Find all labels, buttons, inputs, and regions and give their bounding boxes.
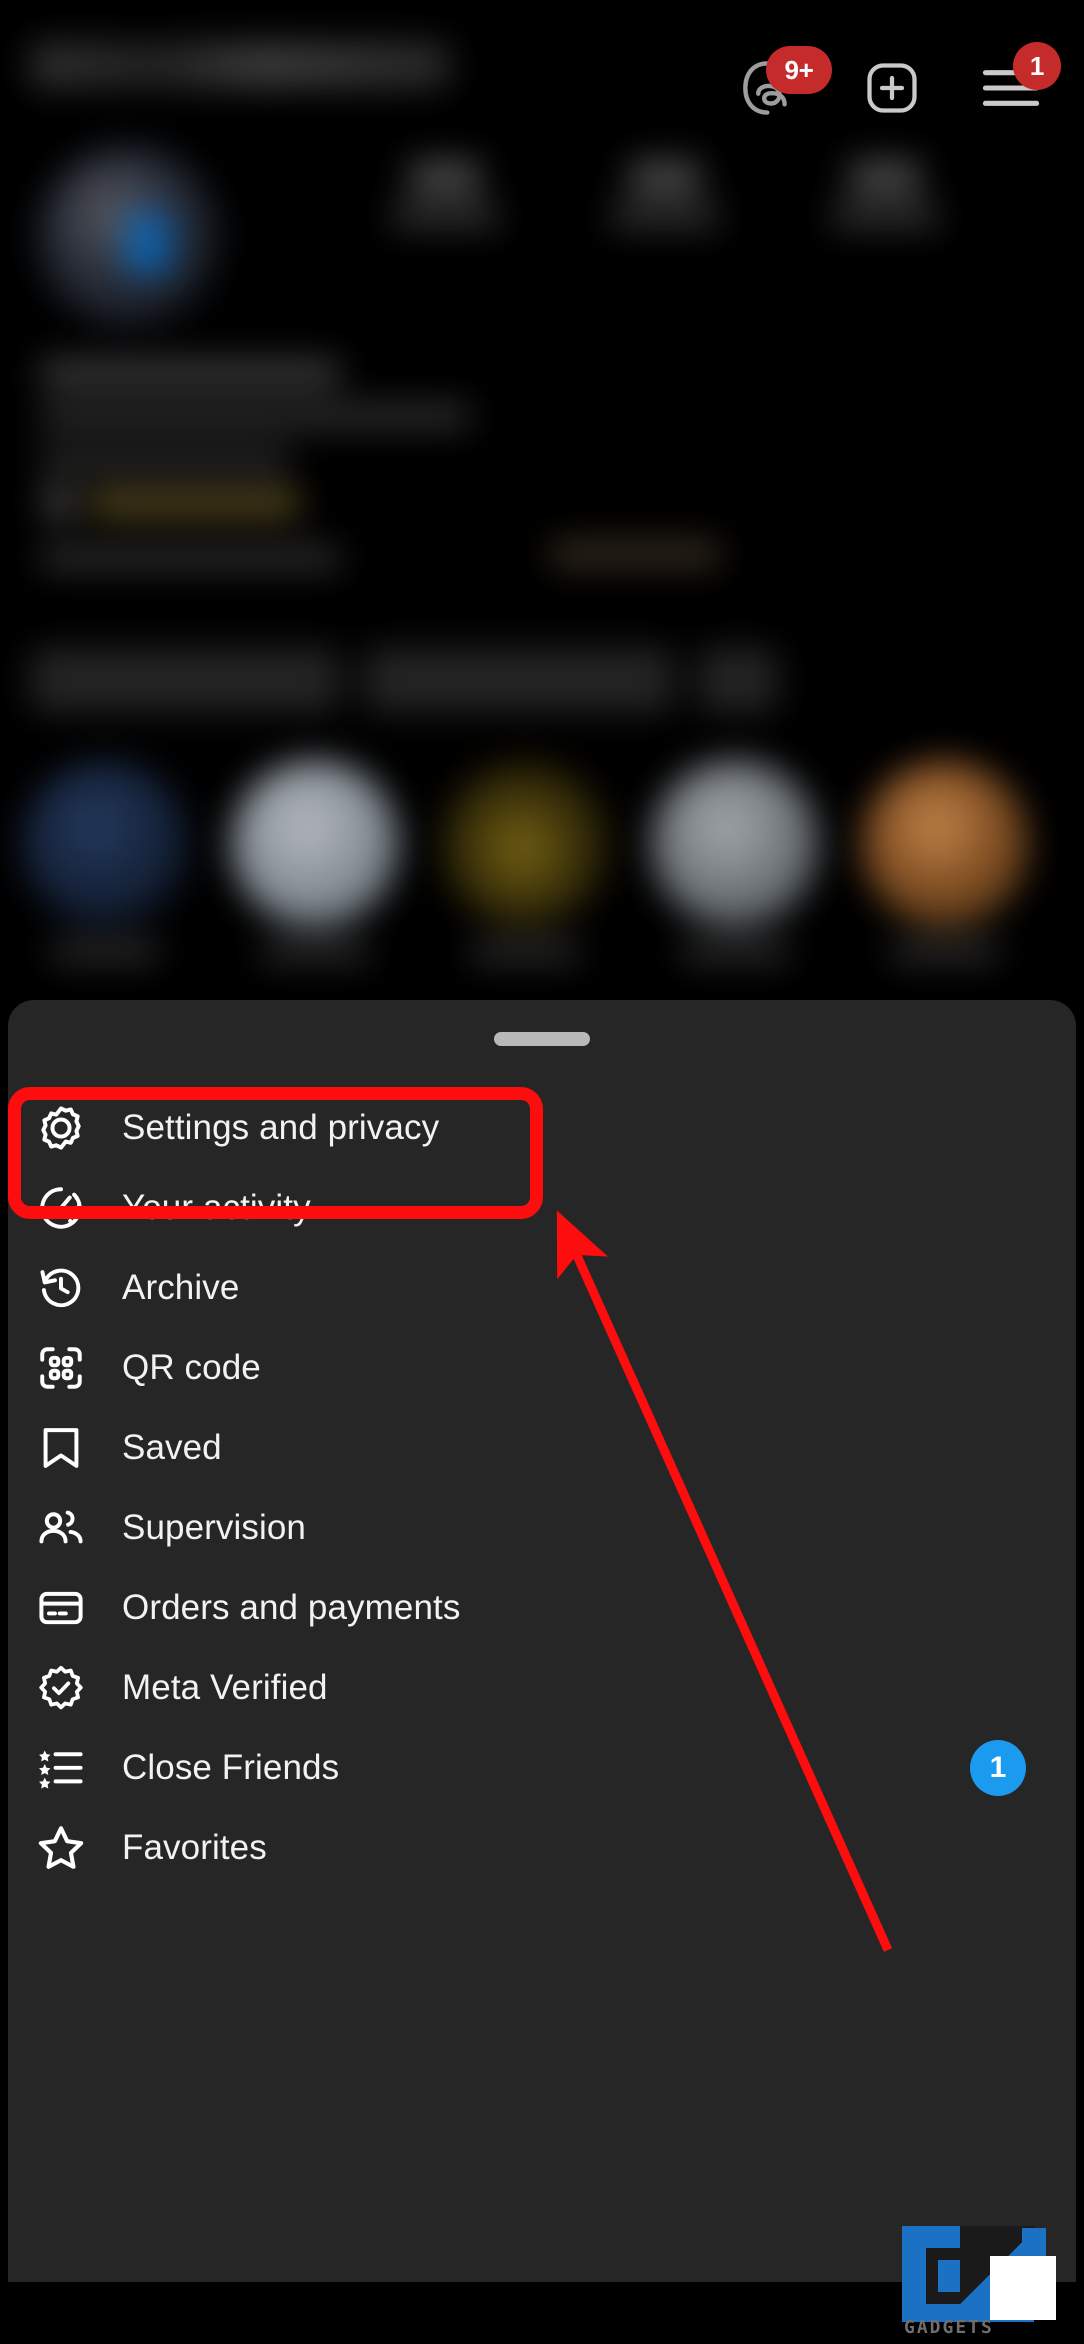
- menu-item-favorites[interactable]: Favorites: [8, 1808, 1076, 1888]
- qr-code-icon: [30, 1343, 92, 1393]
- blurred-stat-followers: [600, 160, 730, 230]
- activity-icon: [30, 1183, 92, 1233]
- close-friends-count-badge: 1: [970, 1740, 1026, 1796]
- bookmark-icon: [30, 1423, 92, 1473]
- menu-item-label: Meta Verified: [122, 1668, 328, 1707]
- site-watermark: GADGETS: [902, 2222, 1070, 2340]
- menu-item-label: Saved: [122, 1428, 222, 1467]
- blurred-bio-line-4: [90, 490, 300, 516]
- blurred-edit-profile-button: [30, 648, 340, 712]
- profile-menu-sheet: Settings and privacy Your activity Archi…: [8, 1000, 1076, 2282]
- menu-badge: 1: [1013, 42, 1061, 90]
- blurred-story-5: [850, 760, 1040, 962]
- watermark-text: GADGETS: [904, 2317, 994, 2338]
- watermark-white-block: [990, 2256, 1056, 2320]
- menu-item-settings-and-privacy[interactable]: Settings and privacy: [8, 1088, 1076, 1168]
- blurred-story-2: [220, 760, 410, 962]
- people-icon: [30, 1503, 92, 1553]
- top-bar: 9+ 1: [0, 0, 1084, 150]
- blurred-story-3: [430, 760, 620, 962]
- menu-list: Settings and privacy Your activity Archi…: [8, 1088, 1076, 1888]
- blurred-bio-link: [550, 540, 720, 568]
- blurred-bio-line-2: [40, 404, 470, 428]
- menu-item-label: Supervision: [122, 1508, 306, 1547]
- menu-item-label: Settings and privacy: [122, 1108, 440, 1147]
- star-icon: [30, 1822, 92, 1874]
- instagram-profile-screen: 9+ 1 Settings and privacy Your activity …: [0, 0, 1084, 2344]
- archive-clock-icon: [30, 1263, 92, 1313]
- menu-item-meta-verified[interactable]: Meta Verified: [8, 1648, 1076, 1728]
- blurred-share-profile-button: [364, 648, 674, 712]
- menu-item-label: Favorites: [122, 1828, 267, 1867]
- blurred-bio-line-3: [40, 448, 290, 472]
- menu-item-label: Close Friends: [122, 1748, 340, 1787]
- hamburger-menu-button[interactable]: 1: [975, 42, 1061, 124]
- threads-badge: 9+: [766, 46, 832, 94]
- blurred-bio-icon: [42, 486, 76, 520]
- blurred-bio-line-5: [40, 546, 340, 570]
- blurred-stat-following: [820, 160, 950, 230]
- blurred-story-4: [640, 760, 830, 962]
- blurred-add-person-button: [698, 648, 778, 712]
- menu-item-close-friends[interactable]: Close Friends 1: [8, 1728, 1076, 1808]
- menu-item-label: QR code: [122, 1348, 261, 1387]
- blurred-stat-posts: [380, 160, 510, 230]
- menu-item-saved[interactable]: Saved: [8, 1408, 1076, 1488]
- star-list-icon: [30, 1743, 92, 1793]
- new-post-button[interactable]: [856, 52, 928, 124]
- menu-item-qr-code[interactable]: QR code: [8, 1328, 1076, 1408]
- verified-badge-icon: [30, 1663, 92, 1713]
- threads-button[interactable]: 9+: [730, 46, 832, 124]
- blurred-story-1: [10, 760, 200, 962]
- menu-item-label: Archive: [122, 1268, 240, 1307]
- menu-item-label: Your activity: [122, 1188, 311, 1227]
- credit-card-icon: [30, 1583, 92, 1633]
- menu-item-your-activity[interactable]: Your activity: [8, 1168, 1076, 1248]
- gear-icon: [30, 1103, 92, 1153]
- menu-item-supervision[interactable]: Supervision: [8, 1488, 1076, 1568]
- blurred-avatar-accent: [125, 212, 171, 274]
- add-post-icon: [867, 63, 917, 113]
- menu-item-label: Orders and payments: [122, 1588, 461, 1627]
- menu-item-archive[interactable]: Archive: [8, 1248, 1076, 1328]
- sheet-drag-handle[interactable]: [494, 1032, 590, 1046]
- blurred-bio-line-1: [40, 360, 340, 386]
- menu-item-orders-and-payments[interactable]: Orders and payments: [8, 1568, 1076, 1648]
